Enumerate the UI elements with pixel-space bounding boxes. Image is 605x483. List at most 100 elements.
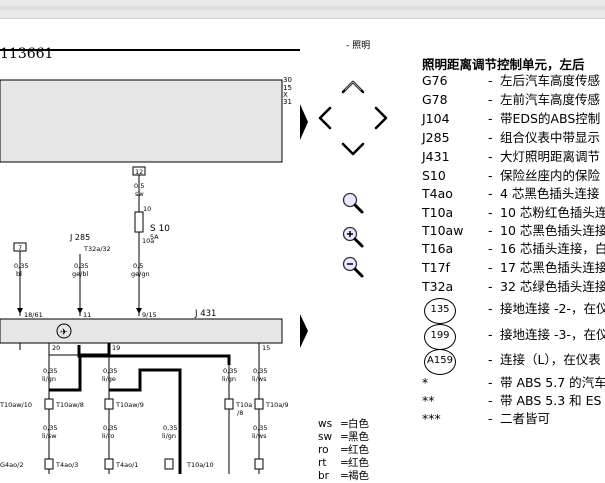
legend-dash: - <box>488 352 493 367</box>
pin-top-2: 11 <box>83 311 91 319</box>
control-unit-symbol-icon: ✈ <box>60 328 68 338</box>
connector-mid-4: T10a <box>235 401 252 409</box>
legend-desc: 10 芯黑色插头连接 <box>500 223 605 238</box>
legend-desc: 保险丝座内的保险 <box>500 168 601 183</box>
legend-dash: - <box>488 168 493 183</box>
legend-desc: 16 芯插头连接，白 <box>500 241 605 256</box>
wire-mid-1-color: li/gn <box>42 375 56 383</box>
zoom-out-icon[interactable] <box>342 256 364 278</box>
wiring-diagram: 113661 30 15 X 31 12 0,5 sw 10 S 10 5A 1… <box>0 0 300 482</box>
j431-label: J 431 <box>194 309 216 319</box>
relay-small-label: 7 <box>18 244 22 252</box>
fuse-box-panel <box>0 79 283 163</box>
color-name: 红色 <box>348 457 369 469</box>
legend-dash: - <box>488 393 493 408</box>
fuse-wire-color: sw <box>135 190 144 198</box>
fuse-term-bottom: 10a <box>142 237 154 245</box>
legend-desc: 接地连接 -3-，在仪 <box>500 327 605 342</box>
legend-desc: 17 芯黑色插头连接 <box>500 260 605 275</box>
arrow-down-icon[interactable] <box>341 142 365 156</box>
legend-desc: 连接（L），在仪表 <box>500 352 601 367</box>
header-fragment: - 照明 <box>346 40 370 51</box>
color-name: 红色 <box>348 444 369 456</box>
connector-low-1: G4ao/2 <box>0 461 23 469</box>
arrow-right-icon[interactable] <box>374 106 388 130</box>
wire-low-2-size: 0,35 <box>103 424 117 432</box>
legend-code: T32a <box>422 279 454 294</box>
pin-bottom-2: 19 <box>112 344 120 352</box>
wire-low-4-color: li/ws <box>252 432 267 440</box>
legend-desc: 4 芯黑色插头连接 <box>500 186 600 201</box>
legend-dash: - <box>488 130 493 145</box>
connector-low-4: T10a/10 <box>186 461 214 469</box>
zoom-in-icon[interactable] <box>342 226 364 248</box>
pin-top-1: 18/61 <box>24 311 43 319</box>
wire-top-1-size: 0,35 <box>14 262 28 270</box>
connector-mid-1: T10aw/10 <box>0 401 32 409</box>
bus-label-31: 31 <box>283 98 292 106</box>
legend-code: G78 <box>422 92 448 107</box>
legend-dash: - <box>488 92 493 107</box>
j285-pin: T32a/32 <box>83 245 111 253</box>
wire-mid-4-color: li/ws <box>252 375 267 383</box>
note-desc: 二者皆可 <box>500 411 551 426</box>
legend-code: T4ao <box>422 186 453 201</box>
wire-low-3-size: 0,35 <box>163 424 177 432</box>
connector-mid-6: T10a/9 <box>265 401 289 409</box>
page-code: 113661 <box>0 46 53 62</box>
triangle-right-icon[interactable] <box>300 314 308 348</box>
connector-low-2: T4ao/3 <box>55 461 78 469</box>
color-code: ro <box>318 444 329 456</box>
legend-desc: 左后汽车高度传感 <box>500 73 601 88</box>
legend-code: T10a <box>422 205 454 220</box>
wire-low-1-size: 0,35 <box>43 424 57 432</box>
legend-dash: - <box>488 223 493 238</box>
legend-dash: - <box>488 241 493 256</box>
wire-mid-2-size: 0,35 <box>103 367 117 375</box>
wire-top-3-color: ge/gn <box>131 270 150 278</box>
bus-label-30: 30 <box>283 76 292 84</box>
wire-mid-3-size: 0,35 <box>223 367 237 375</box>
legend-dash: - <box>488 111 493 126</box>
wire-top-2-color: ge/bl <box>72 270 88 278</box>
legend-dash: - <box>488 375 493 390</box>
legend-desc: 带EDS的ABS控制 <box>500 111 601 126</box>
legend-dash: - <box>488 327 493 342</box>
ground-circle-icon: A159 <box>422 349 456 375</box>
wire-mid-2-color: li/ge <box>102 375 116 383</box>
legend-code: T16a <box>422 241 454 256</box>
connector-mid-5: /8 <box>237 409 243 417</box>
wire-low-3-color: li/gn <box>162 432 176 440</box>
j285-label: J 285 <box>69 233 90 242</box>
note-mark: * <box>422 375 429 390</box>
legend-desc: 32 芯绿色插头连接 <box>500 279 605 294</box>
connector-mid-2: T10aw/8 <box>55 401 84 409</box>
color-name: 褐色 <box>348 470 369 482</box>
fuse-wire-size: 0,5 <box>134 182 144 190</box>
note-desc: 带 ABS 5.3 和 ES <box>500 393 602 408</box>
control-unit-j431 <box>0 318 283 344</box>
pin-bottom-1: 20 <box>52 344 60 352</box>
legend-dash: - <box>488 186 493 201</box>
legend-desc: 组合仪表中带显示 <box>500 130 601 145</box>
legend-code: J104 <box>422 111 450 126</box>
ground-circle-icon: 135 <box>422 298 456 324</box>
legend-dash: - <box>488 411 493 426</box>
connector-mid-3: T10aw/9 <box>115 401 144 409</box>
legend-dash: - <box>488 73 493 88</box>
connector-low-3: T4ao/1 <box>115 461 138 469</box>
legend-code: J285 <box>422 130 450 145</box>
note-mark: ** <box>422 393 435 408</box>
arrow-up-icon[interactable] <box>341 80 365 94</box>
legend-code: G76 <box>422 73 448 88</box>
legend-code: T17f <box>422 260 450 275</box>
legend-dash: - <box>488 279 493 294</box>
wire-low-1-color: li/sw <box>42 432 57 440</box>
arrow-left-icon[interactable] <box>318 106 332 130</box>
triangle-right-icon[interactable] <box>300 104 308 140</box>
color-code: sw <box>318 431 333 443</box>
magnifier-icon[interactable] <box>342 192 364 214</box>
component-legend: 照明距离调节控制单元，左后 G76- 左后汽车高度传感 G78- 左前汽车高度传感 … <box>420 52 605 482</box>
wire-mid-4-size: 0,35 <box>253 367 267 375</box>
wire-mid-1-size: 0,35 <box>43 367 57 375</box>
